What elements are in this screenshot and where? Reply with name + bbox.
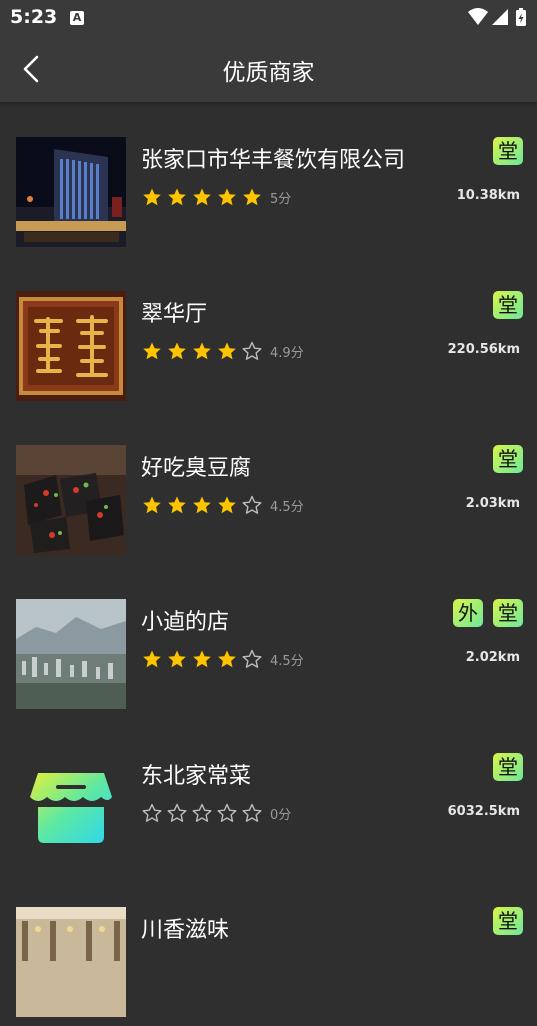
merchant-card[interactable]: 张家口市华丰餐饮有限公司 堂 5分 10.38km [0, 102, 537, 256]
distance: 2.03km [465, 496, 520, 511]
rating-stars: 4.9分 [142, 341, 304, 361]
status-icons [467, 7, 529, 33]
star-filled-icon [168, 650, 186, 668]
star-filled-icon [218, 496, 236, 514]
wifi-icon [468, 8, 488, 25]
service-badges: 堂 [483, 907, 523, 935]
shop-placeholder-icon [16, 753, 126, 863]
merchant-image [16, 291, 126, 401]
app-header: 优质商家 [0, 36, 537, 102]
signal-icon [492, 9, 508, 25]
star-filled-icon [168, 342, 186, 360]
dine-in-badge: 堂 [493, 291, 523, 319]
dine-in-badge: 堂 [493, 599, 523, 627]
distance: 2.02km [465, 650, 520, 665]
dine-in-badge: 堂 [493, 445, 523, 473]
merchant-name: 好吃臭豆腐 [141, 456, 252, 481]
merchant-card[interactable]: 翠华厅 堂 4.9分 220.56km [0, 256, 537, 410]
merchant-name: 小逌的店 [141, 610, 230, 635]
rating-stars: 4.5分 [142, 495, 304, 515]
star-filled-icon [193, 188, 211, 206]
battery-icon [516, 8, 526, 26]
rating-stars: 5分 [142, 187, 291, 207]
star-outline-icon [167, 803, 187, 822]
star-outline-icon [242, 803, 262, 822]
star-filled-icon [143, 342, 161, 360]
star-outline-icon [242, 495, 262, 514]
merchant-name: 川香滋味 [141, 918, 230, 943]
service-badges: 堂 [483, 445, 523, 473]
rating-stars: 4.5分 [142, 649, 304, 669]
rating-score: 4.9分 [270, 345, 304, 361]
service-badges: 堂 [483, 137, 523, 165]
star-outline-icon [242, 649, 262, 668]
rating-score: 4.5分 [270, 653, 304, 669]
merchant-card[interactable]: 川香滋味 堂 [0, 872, 537, 1026]
rating-score: 4.5分 [270, 499, 304, 515]
distance: 6032.5km [447, 804, 520, 819]
star-filled-icon [218, 342, 236, 360]
star-filled-icon [193, 650, 211, 668]
star-filled-icon [168, 188, 186, 206]
service-badges: 堂 [483, 291, 523, 319]
distance: 10.38km [456, 188, 520, 203]
delivery-badge: 外 [453, 599, 483, 627]
merchant-card[interactable]: 好吃臭豆腐 堂 4.5分 2.03km [0, 410, 537, 564]
service-badges: 外 堂 [443, 599, 523, 627]
merchant-card[interactable]: 东北家常菜 堂 0分 6032.5km [0, 718, 537, 872]
service-badges: 堂 [483, 753, 523, 781]
status-time: 5:23 [10, 6, 58, 28]
star-filled-icon [243, 188, 261, 206]
star-outline-icon [142, 803, 162, 822]
merchant-name: 翠华厅 [141, 302, 208, 327]
star-filled-icon [168, 496, 186, 514]
merchant-image [16, 599, 126, 709]
rating-score: 0分 [270, 807, 292, 823]
rating-stars: 0分 [142, 803, 291, 823]
distance: 220.56km [447, 342, 520, 357]
dine-in-badge: 堂 [493, 907, 523, 935]
merchant-name: 张家口市华丰餐饮有限公司 [141, 148, 406, 173]
star-outline-icon [217, 803, 237, 822]
star-filled-icon [218, 650, 236, 668]
star-filled-icon [193, 496, 211, 514]
merchant-image [16, 907, 126, 1017]
star-filled-icon [218, 188, 236, 206]
dine-in-badge: 堂 [493, 137, 523, 165]
merchant-image [16, 137, 126, 247]
merchant-name: 东北家常菜 [141, 764, 252, 789]
star-filled-icon [143, 650, 161, 668]
star-outline-icon [242, 341, 262, 360]
page-title: 优质商家 [222, 60, 315, 86]
dine-in-badge: 堂 [493, 753, 523, 781]
status-bar: 5:23 A [0, 0, 537, 36]
star-outline-icon [192, 803, 212, 822]
rating-score: 5分 [270, 191, 292, 207]
merchant-image [16, 445, 126, 555]
notification-icon: A [70, 11, 84, 25]
star-filled-icon [193, 342, 211, 360]
merchant-card[interactable]: 小逌的店 外 堂 4.5分 2.02km [0, 564, 537, 718]
star-filled-icon [143, 496, 161, 514]
star-filled-icon [143, 188, 161, 206]
